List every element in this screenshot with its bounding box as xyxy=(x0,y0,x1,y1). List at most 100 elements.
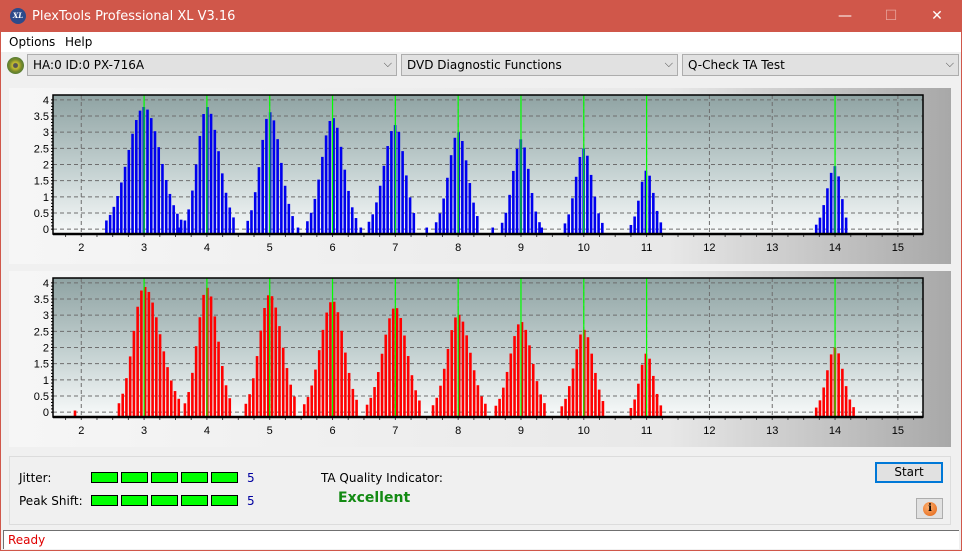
histogram-bar xyxy=(217,341,220,417)
histogram-bar xyxy=(328,120,332,234)
disc-drive-icon xyxy=(7,57,24,74)
histogram-bar xyxy=(469,352,472,417)
x-tick-label: 4 xyxy=(204,242,210,254)
histogram-bar xyxy=(535,381,539,417)
x-tick-label: 15 xyxy=(892,242,904,254)
histogram-bar xyxy=(369,397,373,417)
histogram-bar xyxy=(841,199,844,234)
histogram-bar xyxy=(652,375,655,417)
histogram-bar xyxy=(844,217,848,234)
y-tick-label: 2 xyxy=(43,160,49,172)
histogram-bar xyxy=(586,337,590,417)
histogram-bar xyxy=(172,205,175,234)
histogram-bar xyxy=(376,372,380,417)
histogram-bar xyxy=(829,354,833,417)
x-tick-label: 2 xyxy=(78,242,84,254)
menu-options[interactable]: Options xyxy=(9,35,55,49)
maximize-button[interactable]: ☐ xyxy=(868,1,914,32)
minimize-button[interactable]: — xyxy=(822,1,868,32)
histogram-bar xyxy=(155,317,158,417)
histogram-bar xyxy=(472,202,475,234)
histogram-bar xyxy=(397,131,401,234)
y-tick-label: 3 xyxy=(43,127,49,139)
peak-shift-label: Peak Shift: xyxy=(19,494,83,508)
histogram-bar xyxy=(449,155,453,234)
histogram-bar xyxy=(224,192,228,234)
meter-segment xyxy=(181,472,208,483)
histogram-bar xyxy=(257,167,261,234)
histogram-bar xyxy=(526,168,530,234)
histogram-bar xyxy=(438,213,442,234)
histogram-bar xyxy=(244,403,248,417)
histogram-bar xyxy=(263,307,266,417)
histogram-bar xyxy=(161,163,164,234)
histogram-bar xyxy=(386,146,389,234)
histogram-bar xyxy=(524,329,528,417)
x-tick-label: 7 xyxy=(392,425,398,437)
histogram-bar xyxy=(567,214,570,234)
histogram-bar xyxy=(194,164,198,234)
histogram-bar xyxy=(250,210,253,234)
histogram-bar xyxy=(446,348,450,417)
histogram-bar xyxy=(310,385,314,417)
histogram-bar xyxy=(498,398,501,417)
histogram-bar xyxy=(121,393,124,417)
close-button[interactable]: ✕ xyxy=(914,1,960,32)
y-tick-label: 1 xyxy=(43,192,49,204)
histogram-bar xyxy=(169,380,173,417)
histogram-bar xyxy=(822,387,825,417)
histogram-bar xyxy=(629,407,633,417)
x-tick-label: 12 xyxy=(703,425,715,437)
histogram-bar xyxy=(395,308,399,417)
x-tick-label: 7 xyxy=(392,242,398,254)
histogram-bar xyxy=(187,392,190,417)
info-button[interactable]: i xyxy=(916,498,943,519)
histogram-bar xyxy=(563,223,567,234)
x-tick-label: 3 xyxy=(141,242,147,254)
histogram-bar xyxy=(637,383,640,417)
histogram-bar xyxy=(198,135,202,234)
histogram-bar xyxy=(439,385,442,417)
histogram-bar xyxy=(306,221,309,234)
x-tick-label: 6 xyxy=(329,242,335,254)
start-button[interactable]: Start xyxy=(875,462,943,483)
histogram-bar xyxy=(637,200,640,234)
menu-help[interactable]: Help xyxy=(65,35,92,49)
histogram-bar xyxy=(829,172,833,234)
histogram-bar xyxy=(434,222,438,234)
histogram-bar xyxy=(123,166,127,234)
meter-segment xyxy=(121,495,148,506)
histogram-bar xyxy=(177,398,181,417)
test-select[interactable]: Q-Check TA Test ⌵ xyxy=(682,54,959,76)
histogram-bar xyxy=(325,312,328,417)
histogram-bar xyxy=(228,398,232,417)
histogram-bar xyxy=(220,366,224,417)
y-tick-label: 4 xyxy=(43,278,49,290)
histogram-bar xyxy=(194,346,198,417)
drive-select[interactable]: HA:0 ID:0 PX-716A ⌵ xyxy=(27,54,397,76)
histogram-bar xyxy=(138,110,142,234)
x-tick-label: 13 xyxy=(766,242,778,254)
upper-ta-chart: 0 0.5 1 1.5 2 2.5 3 3.5 4 2 3 4 5 6 7 8 9 10 11 12 13 14 15 xyxy=(34,94,924,254)
y-tick-label: 2.5 xyxy=(34,326,49,338)
histogram-bar xyxy=(640,181,644,234)
histogram-bar xyxy=(220,173,224,234)
histogram-bar xyxy=(191,372,194,417)
histogram-bar xyxy=(217,151,220,234)
histogram-bar xyxy=(321,329,325,417)
histogram-bar xyxy=(822,205,825,234)
x-tick-label: 11 xyxy=(641,242,652,254)
histogram-bar xyxy=(202,294,205,417)
histogram-bar xyxy=(168,193,172,234)
histogram-bar xyxy=(837,353,840,417)
histogram-bar xyxy=(371,214,375,234)
menu-bar: Options Help xyxy=(1,32,961,52)
histogram-bar xyxy=(373,387,376,417)
function-select[interactable]: DVD Diagnostic Functions ⌵ xyxy=(401,54,678,76)
histogram-bar xyxy=(293,396,296,417)
histogram-bar xyxy=(509,353,513,417)
histogram-bar xyxy=(512,170,515,234)
function-select-value: DVD Diagnostic Functions xyxy=(407,58,562,72)
histogram-bar xyxy=(435,397,439,417)
histogram-bar xyxy=(112,206,116,234)
